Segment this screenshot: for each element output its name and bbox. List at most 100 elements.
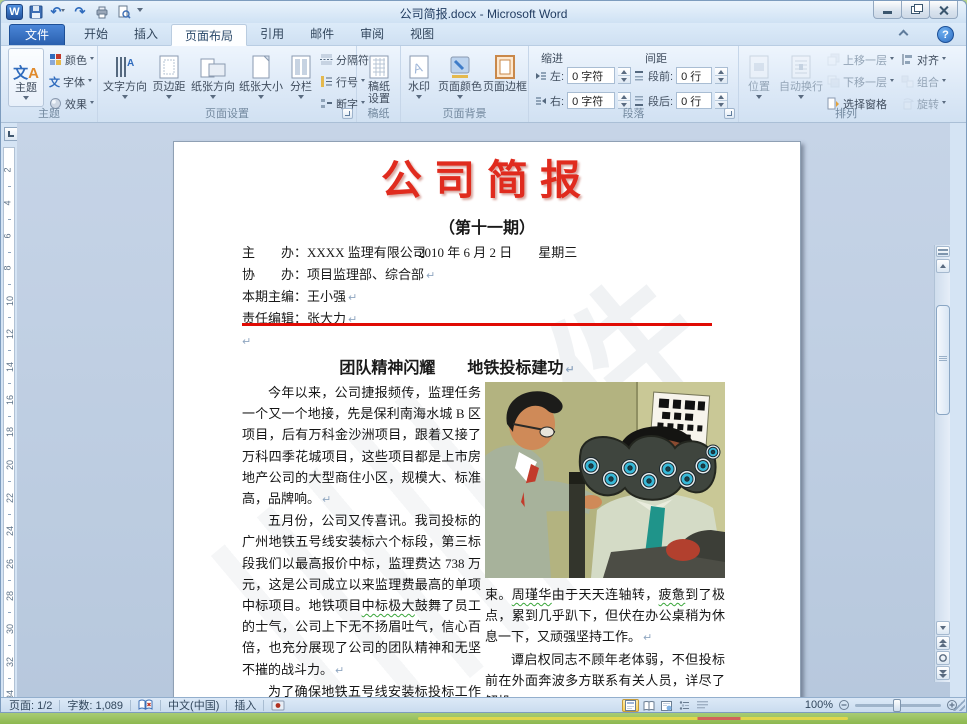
- manuscript-icon: [360, 51, 398, 79]
- wrap-text-icon: [777, 51, 825, 79]
- page-borders-button[interactable]: 页面边框: [483, 48, 527, 93]
- bring-forward-button[interactable]: 上移一层: [827, 50, 894, 69]
- ruler-number: 32: [5, 656, 16, 668]
- zoom-slider[interactable]: [855, 698, 941, 712]
- group-objects-button[interactable]: 组合: [901, 72, 946, 91]
- desktop-background: [0, 713, 967, 724]
- send-backward-icon: [827, 75, 840, 88]
- tab-insert[interactable]: 插入: [121, 23, 171, 45]
- ribbon-tab-strip: 文件 开始 插入 页面布局 引用 邮件 审阅 视图: [1, 23, 966, 46]
- watermark-button[interactable]: A 水印: [403, 48, 435, 105]
- theme-fonts-icon: 文: [49, 76, 60, 89]
- tab-view[interactable]: 视图: [397, 23, 447, 45]
- web-layout-view-icon[interactable]: [658, 699, 675, 712]
- close-button[interactable]: [929, 1, 958, 19]
- theme-colors-button[interactable]: 颜色: [49, 50, 94, 69]
- position-button[interactable]: 位置: [743, 48, 775, 105]
- eye-exam-clipart[interactable]: [485, 382, 725, 578]
- page-color-button[interactable]: 页面颜色: [437, 48, 483, 105]
- zoom-slider-thumb[interactable]: [893, 698, 901, 712]
- group-page-setup: A 文字方向 页边距 纸张方向 纸张大小 分栏 分隔符 行号 断字 页面设置: [98, 46, 376, 122]
- restore-button[interactable]: [901, 1, 930, 19]
- scrollbar-thumb[interactable]: [936, 305, 950, 415]
- collapse-ribbon-icon[interactable]: [897, 29, 910, 40]
- group-objects-icon: [901, 75, 914, 88]
- word-count[interactable]: 字数: 1,089: [67, 697, 123, 712]
- align-icon: [901, 53, 914, 66]
- group-manuscript: 稿纸 设置 稿纸: [357, 46, 401, 122]
- vertical-scrollbar[interactable]: [934, 245, 950, 682]
- margins-button[interactable]: 页边距: [150, 48, 188, 105]
- language-indicator[interactable]: 中文(中国): [168, 697, 219, 712]
- size-button[interactable]: 纸张大小: [238, 48, 284, 105]
- group-themes: 文A 主题 颜色 文 字体 效果 主题: [1, 46, 98, 122]
- columns-button[interactable]: 分栏: [286, 48, 316, 105]
- tab-page-layout[interactable]: 页面布局: [171, 24, 248, 46]
- spacing-before-stepper[interactable]: [715, 67, 729, 84]
- outline-view-icon[interactable]: [676, 699, 693, 712]
- next-page-icon[interactable]: [936, 666, 950, 680]
- draft-view-icon[interactable]: [694, 699, 711, 712]
- ribbon: 文A 主题 颜色 文 字体 效果 主题 A 文字方向 页边距 纸张方向 纸张大小…: [1, 46, 966, 123]
- help-icon[interactable]: ?: [937, 26, 954, 43]
- text-direction-button[interactable]: A 文字方向: [102, 48, 148, 105]
- svg-text:A: A: [127, 58, 134, 69]
- previous-page-icon[interactable]: [936, 636, 950, 650]
- select-browse-object-icon[interactable]: [936, 651, 950, 665]
- ruler-number: 12: [5, 328, 16, 340]
- columns-icon: [286, 51, 316, 79]
- tab-review[interactable]: 审阅: [347, 23, 397, 45]
- spacing-before-input[interactable]: 0 行: [676, 67, 713, 84]
- resize-grip[interactable]: [953, 699, 965, 711]
- scroll-up-icon[interactable]: [936, 259, 950, 273]
- print-layout-view-icon[interactable]: [622, 699, 639, 712]
- send-backward-button[interactable]: 下移一层: [827, 72, 894, 91]
- tab-mailings[interactable]: 邮件: [297, 23, 347, 45]
- right-text-column[interactable]: 束。周瑾华由于天天连轴转，疲惫到了极点，累到几乎趴下，但伏在办公桌稍为休息一下，…: [485, 382, 725, 697]
- spacing-section-label: 间距: [645, 53, 667, 65]
- document-page[interactable]: 件 公司简报 （第十一期） 主 办：XXXX 监理有限公司 2010 年 6 月…: [173, 141, 801, 697]
- red-divider-line: [242, 323, 712, 326]
- co-organizer-line: 协 办：项目监理部、综合部 ↵: [242, 267, 436, 282]
- minimize-button[interactable]: [873, 1, 902, 19]
- ruler-number: 20: [5, 460, 16, 471]
- insert-mode-indicator[interactable]: 插入: [234, 697, 256, 712]
- zoom-level[interactable]: 100%: [805, 699, 833, 711]
- split-view-button[interactable]: [936, 246, 950, 257]
- tab-file[interactable]: 文件: [9, 24, 66, 45]
- macro-record-icon[interactable]: [271, 700, 285, 711]
- tab-references[interactable]: 引用: [247, 23, 297, 45]
- page-indicator[interactable]: 页面: 1/2: [9, 697, 52, 712]
- position-icon: [743, 51, 775, 79]
- chief-editor-line: 本期主编：王小强 ↵: [242, 289, 358, 304]
- pilcrow-mark: ↵: [565, 363, 575, 376]
- left-text-column[interactable]: 今年以来，公司捷报频传，监理任务一个又一个地接，先是保利南海水城 B 区项目，后…: [242, 382, 481, 697]
- wrap-text-button[interactable]: 自动换行: [777, 48, 825, 105]
- zoom-out-icon[interactable]: [838, 699, 850, 711]
- manuscript-setup-button[interactable]: 稿纸 设置: [360, 48, 398, 105]
- theme-fonts-button[interactable]: 文 字体: [49, 72, 92, 91]
- spellcheck-icon[interactable]: [138, 699, 153, 711]
- vertical-ruler[interactable]: 2 4 6 8 10 12 14 16 18 20 22 24 26 28 30 32 34: [2, 147, 16, 700]
- indent-left-stepper[interactable]: [618, 67, 632, 84]
- margins-icon: [150, 51, 188, 79]
- size-icon: [238, 51, 284, 79]
- orientation-button[interactable]: 纸张方向: [190, 48, 236, 105]
- fullscreen-reading-view-icon[interactable]: [640, 699, 657, 712]
- ruler-number: 14: [5, 361, 16, 372]
- ruler-number: 6: [2, 233, 13, 239]
- pilcrow-mark: ↵: [426, 269, 436, 282]
- ruler-number: 28: [5, 591, 16, 602]
- paragraph: 束。周瑾华由于天天连轴转，疲惫到了极点，累到几乎趴下，但伏在办公桌稍为休息一下，…: [485, 587, 725, 645]
- scroll-down-icon[interactable]: [936, 621, 950, 635]
- pilcrow-mark: ↵: [322, 493, 332, 507]
- paragraph: 为了确保地铁五号线安装标投标工作的质量和进度，确保我们的标书具有极强的竞争力，争…: [268, 683, 481, 697]
- pilcrow-mark: ↵: [643, 631, 653, 645]
- themes-icon: 文A: [13, 65, 39, 82]
- tab-home[interactable]: 开始: [71, 23, 121, 45]
- indent-left-input[interactable]: 0 字符: [567, 67, 616, 84]
- align-button[interactable]: 对齐: [901, 50, 946, 69]
- themes-button[interactable]: 文A 主题: [8, 48, 44, 107]
- organizer-line: 主 办：XXXX 监理有限公司 2010 年 6 月 2 日 星期三: [242, 242, 577, 261]
- title-bar[interactable]: W ↶ ↷ 公司简报.docx - Microsoft Word: [1, 1, 966, 23]
